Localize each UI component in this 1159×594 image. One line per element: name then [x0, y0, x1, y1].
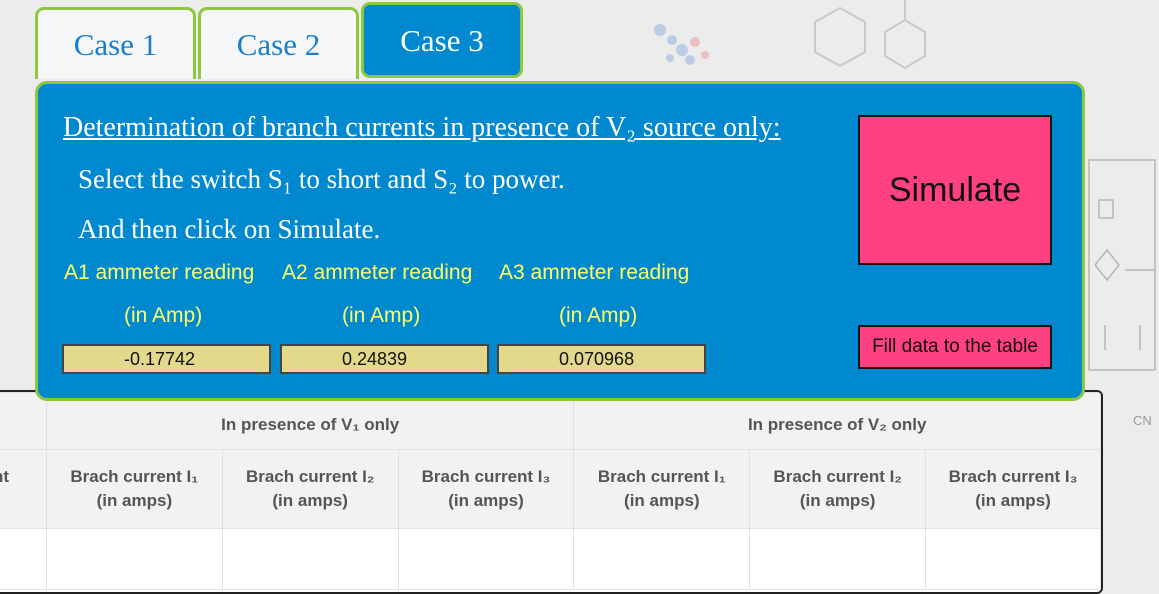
panel-title: Determination of branch currents in pres…: [63, 112, 781, 143]
group-header-v2: In presence of V₂ only: [573, 392, 1101, 450]
group-header-v2-text: In presence of V₂ only: [747, 415, 927, 434]
group-header-v1: In presence of V₁ only: [45, 392, 575, 450]
col-v1-i1-text: Brach current I₁ (in amps): [70, 467, 199, 510]
partial-column-header: nt ): [0, 449, 47, 529]
a3-meter-unit: (in Amp): [559, 304, 638, 327]
col-v1-i2-text: Brach current I₂ (in amps): [245, 467, 375, 510]
col-v2-i3-text: Brach current I₃ (in amps): [948, 467, 1078, 510]
partial-header-text: nt ): [0, 467, 10, 486]
a3-reading-field: 0.070968: [497, 344, 706, 374]
col-v1-i3: Brach current I₃ (in amps): [397, 449, 575, 529]
table-cell: [397, 528, 575, 590]
a2-reading-field: 0.24839: [280, 344, 489, 374]
group-header-v1-text: In presence of V₁ only: [221, 415, 400, 434]
table-cell: [45, 528, 223, 590]
col-v1-i2: Brach current I₂ (in amps): [221, 449, 399, 529]
col-v2-i1-text: Brach current I₁ (in amps): [597, 467, 726, 510]
table-row: [0, 528, 1101, 590]
branch-current-table: In presence of V₁ only In presence of V₂…: [0, 390, 1103, 594]
a3-meter-label: A3 ammeter reading: [499, 261, 690, 284]
col-v2-i1: Brach current I₁ (in amps): [573, 449, 751, 529]
instruction-simulate: And then click on Simulate.: [78, 214, 381, 244]
col-v2-i3: Brach current I₃ (in amps): [925, 449, 1101, 529]
background-molecule-decoration: [520, 0, 1000, 90]
col-v1-i3-text: Brach current I₃ (in amps): [421, 467, 551, 510]
table-cell: [573, 528, 751, 590]
a2-meter-unit: (in Amp): [342, 304, 421, 327]
col-v2-i2: Brach current I₂ (in amps): [749, 449, 927, 529]
table-cell: [0, 528, 47, 590]
a1-meter-unit: (in Amp): [124, 304, 203, 327]
table-cell: [925, 528, 1101, 590]
col-v1-i1: Brach current I₁ (in amps): [45, 449, 223, 529]
table-cell: [221, 528, 399, 590]
tab-case-3[interactable]: Case 3: [361, 2, 523, 78]
tab-case-1[interactable]: Case 1: [35, 7, 196, 79]
col-v2-i2-text: Brach current I₂ (in amps): [773, 467, 902, 510]
table-corner-cell: [0, 392, 47, 450]
tab-case-2[interactable]: Case 2: [198, 7, 359, 79]
table-cell: [749, 528, 927, 590]
case-3-panel: Determination of branch currents in pres…: [35, 81, 1085, 401]
svg-text:CN: CN: [1133, 413, 1152, 428]
a2-meter-label: A2 ammeter reading: [282, 261, 473, 284]
fill-table-button[interactable]: Fill data to the table: [858, 325, 1052, 369]
instruction-switch: Select the switch S₁ to short and S₂ to …: [78, 164, 565, 194]
a1-meter-label: A1 ammeter reading: [64, 261, 255, 284]
simulate-button[interactable]: Simulate: [858, 115, 1052, 265]
a1-reading-field: -0.17742: [62, 344, 271, 374]
